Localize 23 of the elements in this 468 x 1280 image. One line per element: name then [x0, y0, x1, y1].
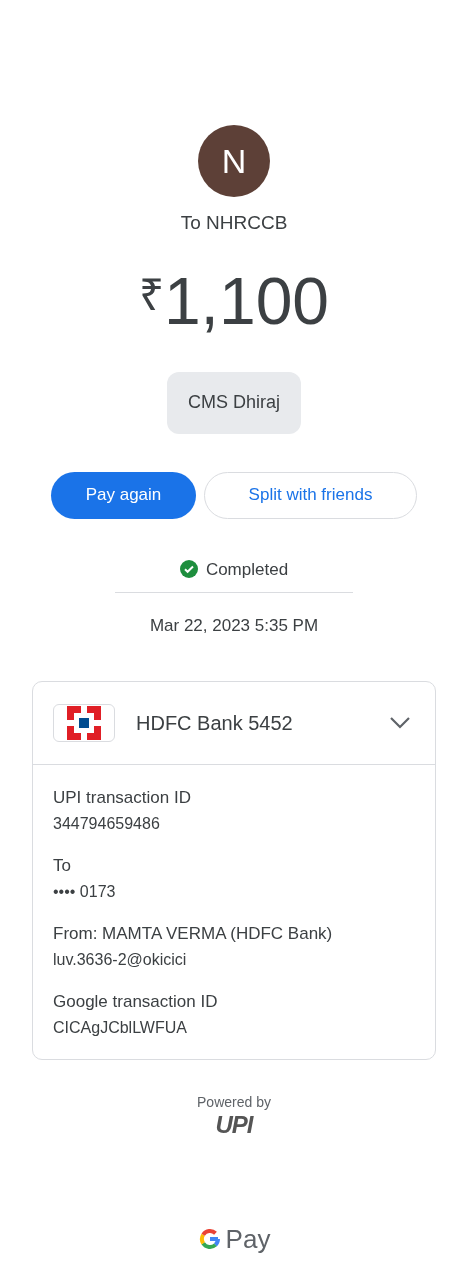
detail-label: UPI transaction ID: [53, 786, 192, 809]
detail-value: CICAgJCblLWFUA: [53, 1017, 188, 1038]
detail-value: 344794659486: [53, 813, 161, 834]
transaction-date: Mar 22, 2023 5:35 PM: [149, 615, 319, 637]
payment-amount: $^{₹}$1,100: [138, 267, 330, 334]
bank-logo: [53, 703, 115, 742]
avatar: N: [198, 125, 270, 197]
brand-label: Pay: [225, 1224, 271, 1254]
detail-label: From: MAMTA VERMA (HDFC Bank): [53, 922, 334, 945]
bank-account-name: HDFC Bank 5452: [136, 710, 294, 736]
chevron-icon[interactable]: [389, 715, 411, 730]
recipient-name: To NHRCCB: [180, 211, 288, 235]
pay-again-button[interactable]: Pay again: [51, 471, 196, 519]
google-g-icon: [197, 1226, 222, 1251]
payment-note: CMS Dhiraj: [167, 371, 301, 434]
status-label: Completed: [205, 558, 289, 581]
detail-label: Google transaction ID: [53, 990, 219, 1013]
split-button[interactable]: Split with friends: [204, 471, 417, 519]
detail-value: •••• 0173: [53, 881, 117, 902]
powered-by-label: Powered by: [197, 1092, 271, 1112]
upi-logo: UPI: [215, 1112, 253, 1137]
detail-value: luv.3636-2@okicici: [53, 949, 188, 970]
detail-label: To: [53, 854, 72, 877]
